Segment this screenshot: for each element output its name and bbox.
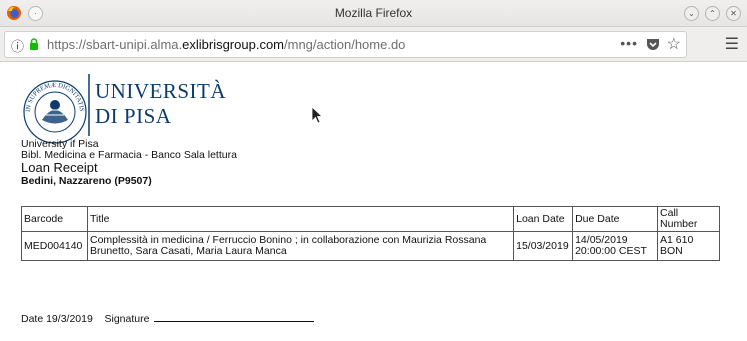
patron-name: Bedini, Nazzareno (P9507) bbox=[21, 175, 152, 187]
maximize-button[interactable]: ⌃ bbox=[705, 6, 720, 21]
logo-text-di-pisa: DI PISA bbox=[95, 104, 172, 128]
signature-label: Signature bbox=[104, 313, 150, 325]
cell-barcode: MED004140 bbox=[21, 231, 88, 261]
receipt-heading: Loan Receipt bbox=[21, 160, 98, 175]
window-title: Mozilla Firefox bbox=[334, 6, 413, 20]
url-text[interactable]: https://sbart-unipi.alma.exlibrisgroup.c… bbox=[47, 37, 405, 52]
logo-divider bbox=[88, 74, 90, 136]
url-bar[interactable]: ⓘ https://sbart-unipi.alma.exlibrisgroup… bbox=[4, 31, 687, 58]
receipt-date: Date 19/3/2019 bbox=[21, 313, 93, 325]
column-header-call-number: Call Number bbox=[657, 206, 720, 232]
lock-icon[interactable] bbox=[29, 38, 39, 50]
minimize-button[interactable]: ⌄ bbox=[684, 6, 699, 21]
page-content: IN SUPREMÆ DIGNITATIS · 1343 UNIVERSITÀ … bbox=[0, 62, 747, 341]
column-header-barcode: Barcode bbox=[21, 206, 88, 232]
pocket-icon[interactable] bbox=[646, 38, 660, 51]
close-button[interactable]: ✕ bbox=[726, 6, 741, 21]
page-actions-button[interactable]: ••• bbox=[620, 35, 638, 51]
loans-table: Barcode Title Loan Date Due Date Call Nu… bbox=[21, 206, 720, 261]
hamburger-menu-icon[interactable]: ☰ bbox=[725, 34, 739, 54]
cell-due-date: 14/05/2019 20:00:00 CEST bbox=[572, 231, 659, 261]
signature-line: Date 19/3/2019 Signature bbox=[21, 312, 315, 325]
university-seal-logo: IN SUPREMÆ DIGNITATIS · 1343 bbox=[20, 75, 87, 144]
window-titlebar: · Mozilla Firefox ⌄ ⌃ ✕ bbox=[0, 0, 747, 27]
info-icon[interactable]: ⓘ bbox=[11, 36, 24, 55]
table-row: MED004140 Complessità in medicina / Ferr… bbox=[21, 231, 720, 261]
mouse-cursor-icon bbox=[311, 106, 323, 124]
logo-text-universita: UNIVERSITÀ bbox=[95, 79, 226, 103]
column-header-due-date: Due Date bbox=[572, 206, 659, 232]
url-domain: exlibrisgroup.com bbox=[182, 37, 284, 52]
cell-loan-date: 15/03/2019 bbox=[513, 231, 574, 261]
column-header-title: Title bbox=[86, 206, 515, 232]
url-prefix: https://sbart-unipi.alma. bbox=[47, 37, 183, 52]
column-header-loan-date: Loan Date bbox=[513, 206, 574, 232]
navigation-toolbar: ⓘ https://sbart-unipi.alma.exlibrisgroup… bbox=[0, 27, 747, 62]
cell-call-number: A1 610 BON bbox=[657, 231, 720, 261]
cell-title: Complessità in medicina / Ferruccio Boni… bbox=[86, 231, 515, 261]
table-header-row: Barcode Title Loan Date Due Date Call Nu… bbox=[21, 206, 720, 232]
bookmark-star-icon[interactable]: ☆ bbox=[667, 34, 681, 54]
url-path: /mng/action/home.do bbox=[284, 37, 406, 52]
signature-blank bbox=[154, 312, 315, 322]
